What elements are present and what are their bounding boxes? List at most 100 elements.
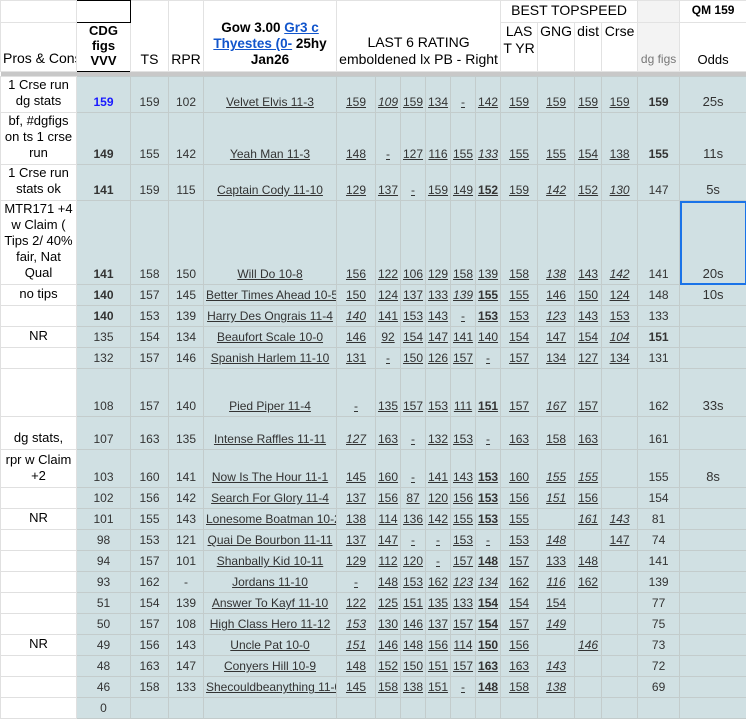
dg-figs-cell[interactable]: 141 <box>638 201 680 285</box>
last6-rating-cell[interactable]: 137 <box>337 530 376 551</box>
last6-rating-cell-value[interactable]: - <box>411 533 415 547</box>
last6-rating-cell[interactable]: 137 <box>337 488 376 509</box>
last6-rating-cell[interactable]: 159 <box>426 165 451 201</box>
last6-rating-cell-value[interactable]: 134 <box>478 575 498 589</box>
last6-rating-cell-value[interactable]: 153 <box>453 432 473 446</box>
last6-header[interactable]: LAST 6 RATINGemboldened lx PB - Right <box>337 1 501 72</box>
horse-name-cell[interactable]: Captain Cody 11-10 <box>204 165 337 201</box>
best-gng-cell[interactable] <box>538 635 575 656</box>
horse-name-cell[interactable]: Pied Piper 11-4 <box>204 369 337 417</box>
best-gng-cell-value[interactable]: 154 <box>546 596 566 610</box>
last6-rating-cell[interactable]: - <box>401 417 426 450</box>
ts-cell[interactable]: 153 <box>131 530 169 551</box>
best-last-yr-cell-value[interactable]: 159 <box>509 95 529 109</box>
dg-figs-cell[interactable]: 159 <box>638 77 680 113</box>
best-gng-cell-value[interactable]: 158 <box>546 432 566 446</box>
best-last-yr-cell-value[interactable]: 155 <box>509 147 529 161</box>
last6-rating-cell-value[interactable]: 125 <box>378 596 398 610</box>
best-crse-cell[interactable] <box>602 635 638 656</box>
last6-rating-cell[interactable]: 153 <box>476 509 501 530</box>
last6-rating-cell-value[interactable]: 153 <box>428 399 448 413</box>
last6-rating-cell[interactable]: 154 <box>476 614 501 635</box>
cdg-figs-cell[interactable]: 101 <box>77 509 131 530</box>
dg-figs-cell[interactable]: 155 <box>638 450 680 488</box>
pros-cons-cell[interactable] <box>1 656 77 677</box>
last6-rating-cell[interactable]: 143 <box>426 306 451 327</box>
dg-figs-cell[interactable]: 73 <box>638 635 680 656</box>
dg-figs-cell[interactable]: 141 <box>638 551 680 572</box>
last6-rating-cell[interactable]: 120 <box>426 488 451 509</box>
best-last-yr-cell[interactable]: 154 <box>501 593 538 614</box>
best-gng-cell-value[interactable]: 134 <box>546 351 566 365</box>
last6-rating-cell-value[interactable]: 153 <box>403 309 423 323</box>
horse-name-cell[interactable]: Better Times Ahead 10-5 <box>204 285 337 306</box>
best-dist-cell[interactable]: 146 <box>575 635 602 656</box>
last6-rating-cell-value[interactable]: 137 <box>378 183 398 197</box>
odds-cell[interactable] <box>680 635 746 656</box>
best-dist-cell[interactable]: 143 <box>575 201 602 285</box>
best-dist-cell-value[interactable]: 155 <box>578 470 598 484</box>
rpr-cell[interactable]: 143 <box>169 509 204 530</box>
horse-name-cell-value[interactable]: Shanbally Kid 10-11 <box>217 554 324 568</box>
best-gng-cell[interactable]: 155 <box>538 450 575 488</box>
ts-cell[interactable]: 153 <box>131 306 169 327</box>
last6-rating-cell[interactable]: - <box>426 551 451 572</box>
last6-rating-cell-value[interactable]: 139 <box>478 267 498 281</box>
last6-rating-cell[interactable]: 162 <box>426 572 451 593</box>
odds-cell[interactable] <box>680 572 746 593</box>
last6-rating-cell-value[interactable]: 152 <box>478 183 498 197</box>
horse-name-cell[interactable]: Shecouldbeanything 11-0 <box>204 677 337 698</box>
best-gng-cell[interactable] <box>538 509 575 530</box>
best-gng-cell-value[interactable]: 138 <box>546 267 566 281</box>
horse-name-cell-value[interactable]: Lonesome Boatman 10-2 <box>206 512 337 526</box>
best-crse-cell[interactable]: 104 <box>602 327 638 348</box>
best-last-yr-cell-value[interactable]: 156 <box>509 638 529 652</box>
last6-rating-cell[interactable]: - <box>337 369 376 417</box>
pros-cons-cell[interactable]: NR <box>1 327 77 348</box>
last6-rating-cell[interactable]: 148 <box>401 635 426 656</box>
pros-cons-cell[interactable] <box>1 488 77 509</box>
horse-name-cell[interactable] <box>204 698 337 719</box>
last6-rating-cell-value[interactable]: 148 <box>378 575 398 589</box>
last6-rating-cell-value[interactable]: 129 <box>428 267 448 281</box>
best-dist-cell-value[interactable]: 143 <box>578 309 598 323</box>
best-last-yr-cell[interactable]: 155 <box>501 113 538 165</box>
best-dist-cell-value[interactable]: 143 <box>578 267 598 281</box>
pros-cons-cell[interactable] <box>1 593 77 614</box>
last6-rating-cell-value[interactable]: 136 <box>403 512 423 526</box>
best-last-yr-cell[interactable]: 153 <box>501 306 538 327</box>
cdg-figs-cell[interactable]: 140 <box>77 285 131 306</box>
rpr-header[interactable]: RPR <box>169 1 204 72</box>
dg-figs-cell[interactable]: 148 <box>638 285 680 306</box>
best-crse-cell[interactable]: 134 <box>602 348 638 369</box>
odds-cell[interactable]: 20s <box>680 201 746 285</box>
last6-rating-cell-value[interactable]: 151 <box>478 399 498 413</box>
best-last-yr-cell[interactable]: 156 <box>501 488 538 509</box>
last6-rating-cell-value[interactable]: 155 <box>453 147 473 161</box>
pros-cons-cell[interactable] <box>1 348 77 369</box>
last6-rating-cell[interactable]: - <box>426 530 451 551</box>
last6-rating-cell-value[interactable]: 140 <box>478 330 498 344</box>
last6-rating-cell-value[interactable]: 111 <box>454 399 472 413</box>
best-dist-cell-value[interactable]: 156 <box>578 491 598 505</box>
last6-rating-cell-value[interactable]: 153 <box>478 512 498 526</box>
last6-rating-cell[interactable]: 149 <box>451 165 476 201</box>
best-crse-cell[interactable]: 124 <box>602 285 638 306</box>
best-dist-cell-value[interactable]: 157 <box>578 399 598 413</box>
odds-cell[interactable]: 25s <box>680 77 746 113</box>
last6-rating-cell-value[interactable]: 114 <box>453 638 472 652</box>
horse-name-cell-value[interactable]: Pied Piper 11-4 <box>229 399 311 413</box>
last6-rating-cell[interactable]: 127 <box>337 417 376 450</box>
rpr-cell[interactable]: 143 <box>169 635 204 656</box>
last6-rating-cell[interactable]: 141 <box>376 306 401 327</box>
last6-rating-cell-value[interactable]: 133 <box>428 288 448 302</box>
pros-cons-cell[interactable]: rpr w Claim +2 <box>1 450 77 488</box>
dg-figs-cell[interactable]: 77 <box>638 593 680 614</box>
last6-rating-cell-value[interactable]: 133 <box>478 147 498 161</box>
odds-cell[interactable] <box>680 509 746 530</box>
rpr-cell[interactable]: 134 <box>169 327 204 348</box>
last6-rating-cell-value[interactable]: 145 <box>346 470 366 484</box>
last6-rating-cell[interactable]: 122 <box>376 201 401 285</box>
best-crse-cell[interactable]: 142 <box>602 201 638 285</box>
last6-rating-cell-value[interactable]: 155 <box>478 288 498 302</box>
